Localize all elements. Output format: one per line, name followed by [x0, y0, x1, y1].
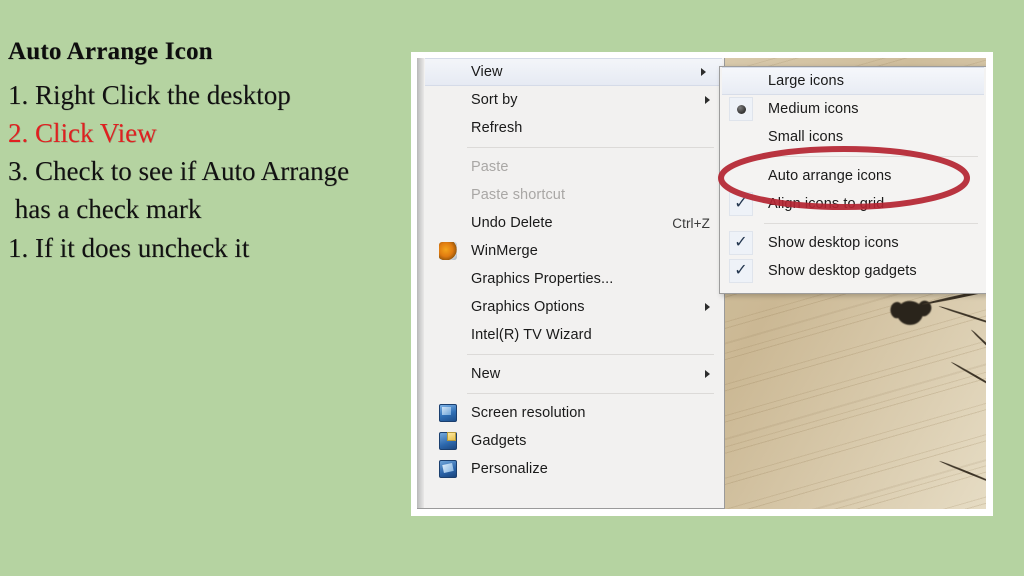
radio-selected-icon: [729, 97, 753, 121]
menu-item-gadgets[interactable]: Gadgets: [417, 427, 724, 455]
menu-separator: [467, 393, 714, 394]
menu-item-paste: Paste: [417, 153, 724, 181]
winmerge-icon: [439, 242, 457, 260]
menu-item-winmerge[interactable]: WinMerge: [417, 237, 724, 265]
page-title: Auto Arrange Icon: [8, 38, 213, 65]
screen-resolution-icon: [439, 404, 457, 422]
menu-item-new[interactable]: New: [417, 360, 724, 388]
submenu-item-label: Show desktop icons: [768, 235, 899, 251]
menu-item-label: WinMerge: [471, 243, 538, 259]
submenu-item-label: Small icons: [768, 129, 844, 145]
submenu-item-auto-arrange-icons[interactable]: Auto arrange icons: [720, 162, 986, 190]
menu-item-personalize[interactable]: Personalize: [417, 455, 724, 483]
lesson-step-3-cont: has a check mark: [8, 194, 202, 225]
lesson-step-4: 1. If it does uncheck it: [8, 232, 250, 263]
menu-item-label: View: [471, 64, 503, 80]
menu-item-graphics-properties[interactable]: Graphics Properties...: [417, 265, 724, 293]
submenu-separator: [764, 156, 978, 157]
embedded-screenshot: View Sort by Refresh Paste Paste shortcu…: [417, 58, 986, 509]
submenu-item-small-icons[interactable]: Small icons: [720, 123, 986, 151]
submenu-item-show-desktop-icons[interactable]: ✓ Show desktop icons: [720, 229, 986, 257]
menu-item-paste-shortcut: Paste shortcut: [417, 181, 724, 209]
personalize-icon: [439, 460, 457, 478]
check-icon: ✓: [729, 192, 753, 216]
lesson-step-3: 3. Check to see if Auto Arrange: [8, 156, 350, 187]
menu-item-label: New: [471, 366, 501, 382]
submenu-item-show-desktop-gadgets[interactable]: ✓ Show desktop gadgets: [720, 257, 986, 285]
embedded-screenshot-frame: View Sort by Refresh Paste Paste shortcu…: [411, 52, 993, 516]
menu-item-label: Graphics Properties...: [471, 271, 614, 287]
check-icon: ✓: [729, 259, 753, 283]
submenu-item-large-icons[interactable]: Large icons: [722, 67, 984, 95]
menu-separator: [467, 147, 714, 148]
menu-item-refresh[interactable]: Refresh: [417, 114, 724, 142]
chevron-right-icon: [705, 303, 710, 311]
submenu-item-align-icons-to-grid[interactable]: ✓ Align icons to grid: [720, 190, 986, 218]
menu-item-label: Refresh: [471, 120, 523, 136]
submenu-item-label: Show desktop gadgets: [768, 263, 917, 279]
menu-item-sort-by[interactable]: Sort by: [417, 86, 724, 114]
menu-item-label: Paste shortcut: [471, 187, 566, 203]
chevron-right-icon: [705, 96, 710, 104]
submenu-item-label: Auto arrange icons: [768, 168, 892, 184]
menu-item-graphics-options[interactable]: Graphics Options: [417, 293, 724, 321]
submenu-item-label: Large icons: [768, 73, 845, 89]
menu-item-label: Screen resolution: [471, 405, 586, 421]
chevron-right-icon: [705, 370, 710, 378]
gadgets-icon: [439, 432, 457, 450]
lesson-text-block: Auto Arrange Icon 1. Right Click the des…: [8, 38, 404, 267]
menu-item-undo-delete[interactable]: Undo Delete Ctrl+Z: [417, 209, 724, 237]
menu-item-label: Intel(R) TV Wizard: [471, 327, 592, 343]
desktop-context-menu: View Sort by Refresh Paste Paste shortcu…: [417, 58, 725, 509]
submenu-item-label: Align icons to grid: [768, 196, 885, 212]
menu-item-label: Paste: [471, 159, 509, 175]
menu-item-label: Undo Delete: [471, 215, 553, 231]
menu-item-shortcut: Ctrl+Z: [672, 215, 710, 231]
submenu-item-label: Medium icons: [768, 101, 859, 117]
menu-item-label: Gadgets: [471, 433, 527, 449]
submenu-separator: [764, 223, 978, 224]
view-submenu: Large icons Medium icons Small icons Aut…: [719, 66, 986, 294]
menu-item-label: Sort by: [471, 92, 518, 108]
check-icon: ✓: [729, 231, 753, 255]
menu-item-view[interactable]: View: [425, 58, 722, 86]
menu-separator: [467, 354, 714, 355]
submenu-item-medium-icons[interactable]: Medium icons: [720, 95, 986, 123]
lesson-step-2: 2. Click View: [8, 117, 157, 148]
menu-item-screen-resolution[interactable]: Screen resolution: [417, 399, 724, 427]
menu-item-intel-tv-wizard[interactable]: Intel(R) TV Wizard: [417, 321, 724, 349]
menu-item-label: Personalize: [471, 461, 548, 477]
lesson-step-1: 1. Right Click the desktop: [8, 79, 291, 110]
chevron-right-icon: [701, 68, 706, 76]
menu-item-label: Graphics Options: [471, 299, 585, 315]
